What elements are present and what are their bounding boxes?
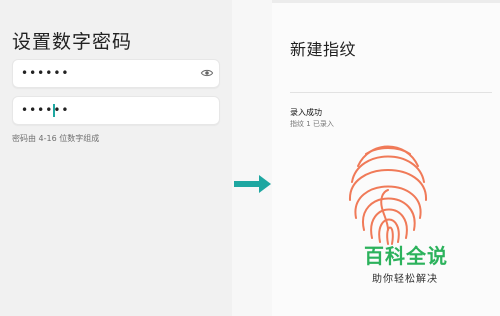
divider <box>290 92 492 93</box>
confirm-password-value: •••••• <box>21 103 70 117</box>
enroll-substatus: 指纹 1 已录入 <box>290 120 334 128</box>
top-rule <box>272 0 500 3</box>
confirm-password-field[interactable]: •••••• <box>12 96 220 125</box>
eye-icon[interactable] <box>200 66 214 80</box>
arrow-right-icon <box>234 175 271 193</box>
page-title: 设置数字密码 <box>12 31 133 53</box>
new-fingerprint-screen: 新建指纹 录入成功 指纹 1 已录入 百科全说 助你轻松解决 <box>272 0 500 316</box>
brand-subtitle: 助你轻松解决 <box>372 274 438 285</box>
password-value: •••••• <box>21 66 70 80</box>
brand-watermark: 百科全说 <box>364 244 448 268</box>
text-cursor <box>53 104 55 117</box>
page-title-fingerprint: 新建指纹 <box>290 40 357 59</box>
set-password-screen: 设置数字密码 •••••• •••••• 密码由 4-16 位数字组成 <box>0 0 232 316</box>
enroll-status: 录入成功 <box>290 108 322 117</box>
password-hint: 密码由 4-16 位数字组成 <box>12 134 100 143</box>
fingerprint-icon <box>348 145 428 245</box>
password-field[interactable]: •••••• <box>12 59 220 88</box>
